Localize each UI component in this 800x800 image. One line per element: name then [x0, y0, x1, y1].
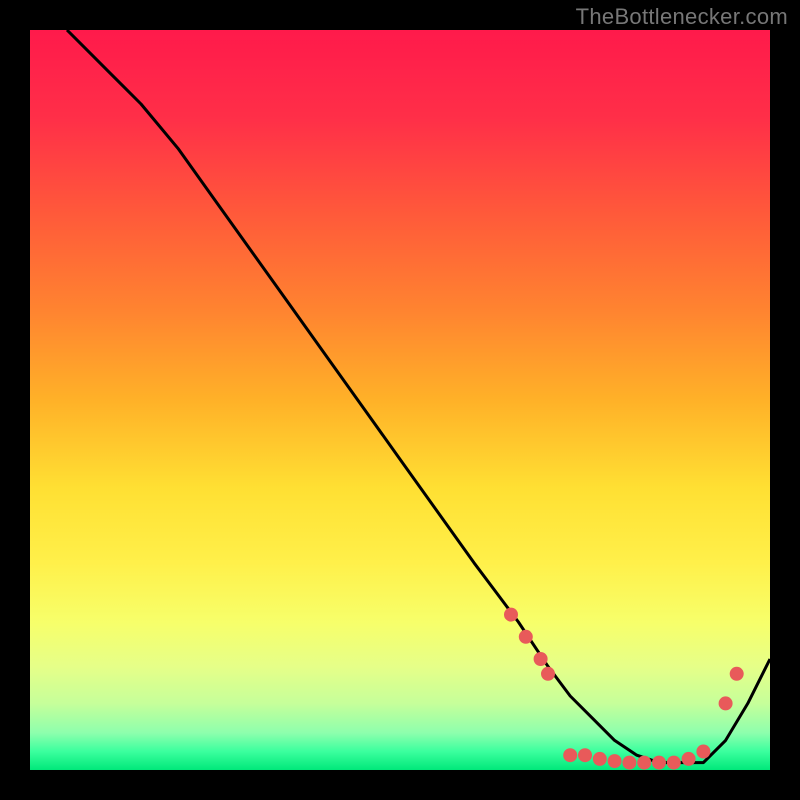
chart-frame: TheBottlenecker.com: [0, 0, 800, 800]
highlight-marker: [719, 696, 733, 710]
gradient-background: [30, 30, 770, 770]
highlight-marker: [608, 754, 622, 768]
highlight-marker: [593, 752, 607, 766]
highlight-marker: [637, 756, 651, 770]
highlight-marker: [696, 745, 710, 759]
highlight-marker: [563, 748, 577, 762]
highlight-marker: [730, 667, 744, 681]
highlight-marker: [667, 756, 681, 770]
highlight-marker: [504, 608, 518, 622]
highlight-marker: [622, 756, 636, 770]
highlight-marker: [519, 630, 533, 644]
highlight-marker: [541, 667, 555, 681]
highlight-marker: [534, 652, 548, 666]
highlight-marker: [652, 756, 666, 770]
highlight-marker: [682, 752, 696, 766]
bottleneck-chart: [0, 0, 800, 800]
highlight-marker: [578, 748, 592, 762]
